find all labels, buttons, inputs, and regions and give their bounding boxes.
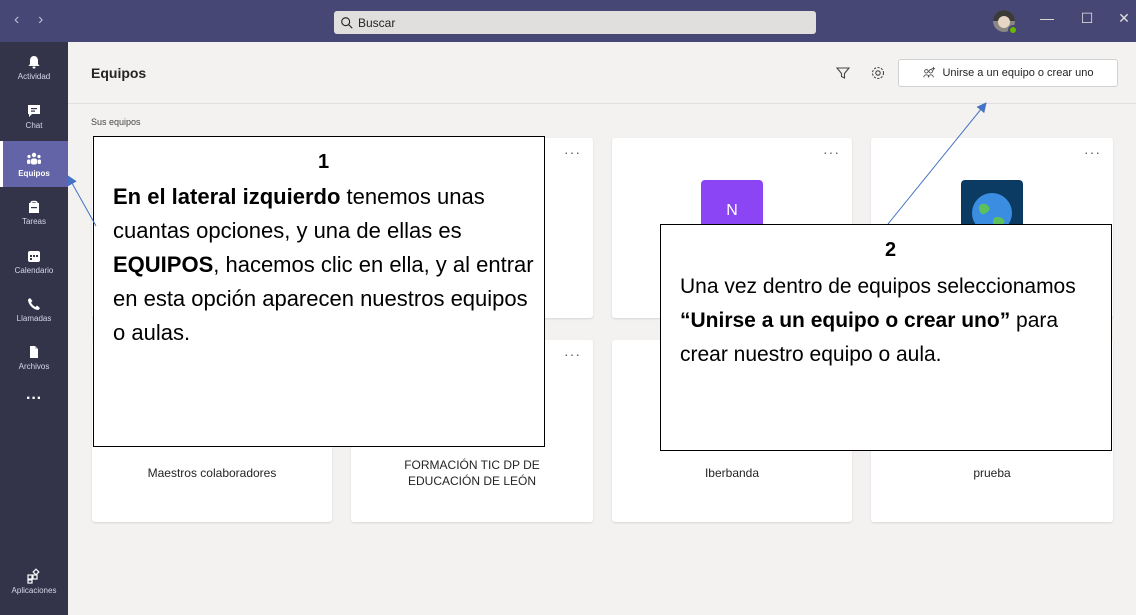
rail-item-equipos[interactable]: Equipos — [0, 141, 68, 187]
search-placeholder: Buscar — [358, 15, 396, 30]
close-button[interactable]: ✕ — [1114, 10, 1134, 27]
team-name-line2: EDUCACIÓN DE LEÓN — [407, 474, 537, 488]
gear-icon[interactable] — [870, 65, 886, 81]
annotation-callout-1: 1 En el lateral izquierdo tenemos unas c… — [93, 136, 545, 447]
assignments-icon — [29, 200, 39, 213]
team-name: Maestros colaboradores — [147, 466, 277, 480]
teams-icon — [27, 152, 41, 164]
callout-number: 1 — [317, 151, 330, 173]
app-bar: Actividad Chat Equipos Tareas Calendario… — [0, 42, 68, 615]
search-icon — [341, 16, 353, 29]
back-arrow-icon[interactable]: ‹ — [14, 12, 19, 28]
title-bar: ‹ › Buscar — ☐ ✕ — [0, 0, 1136, 42]
add-people-icon — [923, 66, 936, 78]
forward-arrow-icon[interactable]: › — [38, 12, 43, 28]
more-icon: ··· — [26, 390, 42, 407]
page-header: Equipos Unirse a un equipo o crear uno — [68, 42, 1136, 104]
rail-label: Equipos — [18, 168, 50, 178]
rail-item-tareas[interactable]: Tareas — [0, 189, 68, 235]
callout-bold: En el lateral izquierdo — [113, 184, 341, 209]
rail-label: Llamadas — [16, 313, 52, 323]
avatar[interactable] — [993, 10, 1018, 35]
annotation-callout-2: 2 Una vez dentro de equipos seleccionamo… — [660, 224, 1112, 451]
rail-item-calendario[interactable]: Calendario — [0, 238, 68, 284]
more-options-icon[interactable]: ··· — [564, 144, 581, 160]
files-icon — [30, 345, 38, 358]
rail-item-archivos[interactable]: Archivos — [0, 334, 68, 380]
minimize-button[interactable]: — — [1037, 10, 1057, 26]
rail-item-actividad[interactable]: Actividad — [0, 44, 68, 90]
rail-label: Actividad — [17, 71, 51, 81]
chat-icon — [28, 104, 40, 117]
callout-number: 2 — [884, 239, 897, 261]
calendar-icon — [28, 250, 40, 262]
rail-label: Archivos — [18, 361, 50, 371]
callout-text: En el lateral izquierdo tenemos unas cua… — [113, 180, 534, 350]
team-name-line1: FORMACIÓN TIC DP DE — [404, 458, 540, 472]
team-name: prueba — [973, 466, 1011, 480]
more-options-icon[interactable]: ··· — [823, 144, 840, 160]
rail-label: Tareas — [21, 216, 46, 226]
team-avatar-letter: N — [726, 202, 738, 219]
callout-bold: “Unirse a un equipo o crear uno” — [680, 309, 1011, 332]
rail-item-llamadas[interactable]: Llamadas — [0, 286, 68, 332]
rail-label: Calendario — [14, 265, 54, 275]
maximize-button[interactable]: ☐ — [1077, 10, 1097, 27]
callout-bold: EQUIPOS — [113, 252, 214, 277]
bell-icon — [28, 55, 40, 68]
rail-label: Aplicaciones — [11, 585, 57, 595]
page-title: Equipos — [91, 65, 147, 81]
join-or-create-team-button[interactable]: Unirse a un equipo o crear uno — [898, 59, 1118, 87]
status-available-icon — [1008, 25, 1018, 35]
more-options-icon[interactable]: ··· — [564, 346, 581, 362]
phone-icon — [28, 297, 40, 310]
section-label: Sus equipos — [91, 117, 141, 127]
join-button-label: Unirse a un equipo o crear uno — [942, 67, 1094, 79]
rail-label: Chat — [25, 120, 43, 130]
team-name: Iberbanda — [704, 466, 760, 480]
filter-icon[interactable] — [835, 65, 851, 81]
apps-icon — [27, 567, 40, 584]
rail-item-aplicaciones[interactable]: Aplicaciones — [0, 558, 68, 604]
rail-more-button[interactable]: ··· — [0, 376, 68, 422]
more-options-icon[interactable]: ··· — [1084, 144, 1101, 160]
search-input[interactable]: Buscar — [334, 11, 816, 34]
callout-text: Una vez dentro de equipos seleccionamos … — [680, 270, 1101, 372]
rail-item-chat[interactable]: Chat — [0, 93, 68, 139]
callout-span: Una vez dentro de equipos seleccionamos — [680, 275, 1076, 298]
